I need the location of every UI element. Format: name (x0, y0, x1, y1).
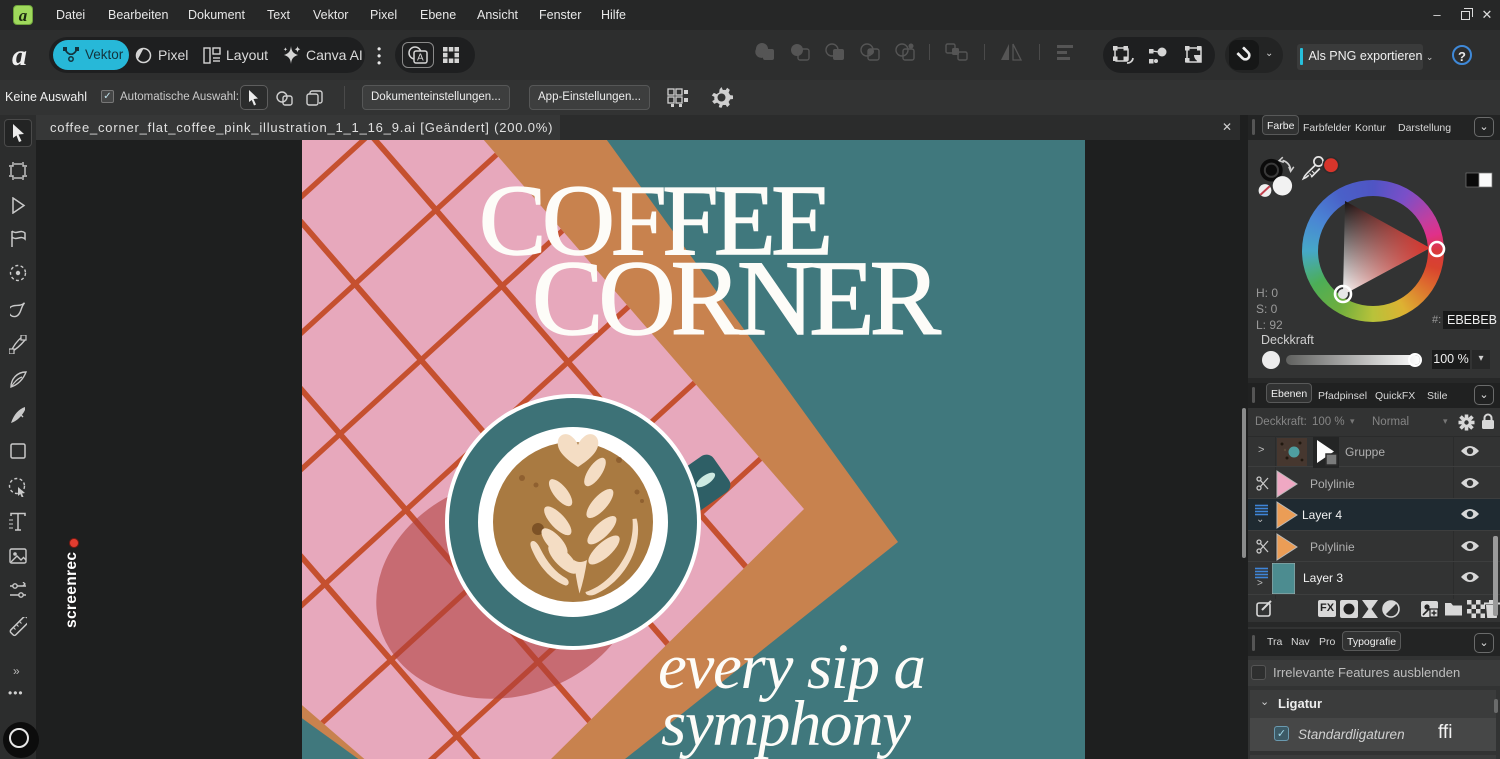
svg-text:symphony: symphony (661, 688, 911, 759)
svg-text:a: a (12, 39, 27, 72)
svg-text:screenrec: screenrec (63, 552, 80, 628)
svg-text:CORNER: CORNER (532, 240, 942, 358)
svg-text:A: A (417, 53, 424, 64)
